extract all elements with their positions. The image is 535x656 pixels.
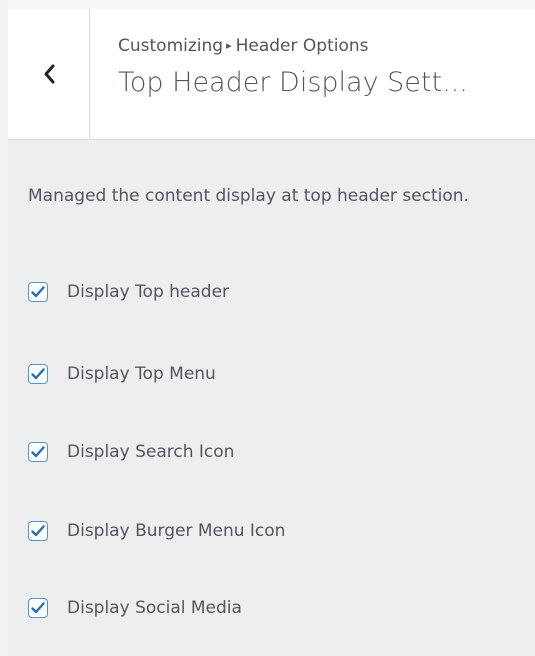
option-label: Display Search Icon (67, 442, 235, 462)
option-display-search-icon[interactable]: Display Search Icon (28, 442, 234, 462)
option-display-burger-menu-icon[interactable]: Display Burger Menu Icon (28, 521, 285, 541)
option-label: Display Burger Menu Icon (67, 521, 286, 541)
option-label: Display Top header (67, 282, 230, 302)
checkbox-display-burger-menu-icon[interactable] (28, 521, 48, 541)
checkbox-display-top-header[interactable] (28, 282, 48, 302)
option-display-top-menu[interactable]: Display Top Menu (28, 364, 216, 384)
back-button[interactable] (8, 9, 90, 139)
checkbox-display-social-media[interactable] (28, 598, 48, 618)
checkmark-icon (31, 525, 45, 537)
option-label: Display Top Menu (67, 364, 216, 384)
breadcrumb-root: Customizing (118, 36, 224, 56)
breadcrumb-section: Header Options (235, 36, 369, 56)
section-header: Customizing ▸ Header Options Top Header Di… (8, 9, 535, 140)
top-strip (0, 0, 535, 9)
checkmark-icon (31, 368, 45, 380)
section-content: Managed the content display at top heade… (28, 182, 508, 618)
breadcrumb: Customizing ▸ Header Options (118, 33, 523, 59)
section-title: Top Header Display Sett... (118, 67, 468, 98)
checkbox-display-top-menu[interactable] (28, 364, 48, 384)
checkmark-icon (31, 602, 45, 614)
breadcrumb-separator-icon: ▸ (226, 39, 232, 52)
checkmark-icon (31, 446, 45, 458)
option-display-top-header[interactable]: Display Top header (28, 282, 229, 302)
option-display-social-media[interactable]: Display Social Media (28, 598, 242, 618)
section-description: Managed the content display at top heade… (28, 186, 469, 206)
panel-left-edge (0, 0, 8, 656)
option-label: Display Social Media (67, 598, 242, 618)
chevron-left-icon (42, 63, 56, 85)
checkmark-icon (31, 286, 45, 298)
title-block: Customizing ▸ Header Options Top Header Di… (118, 33, 523, 101)
checkbox-display-search-icon[interactable] (28, 442, 48, 462)
